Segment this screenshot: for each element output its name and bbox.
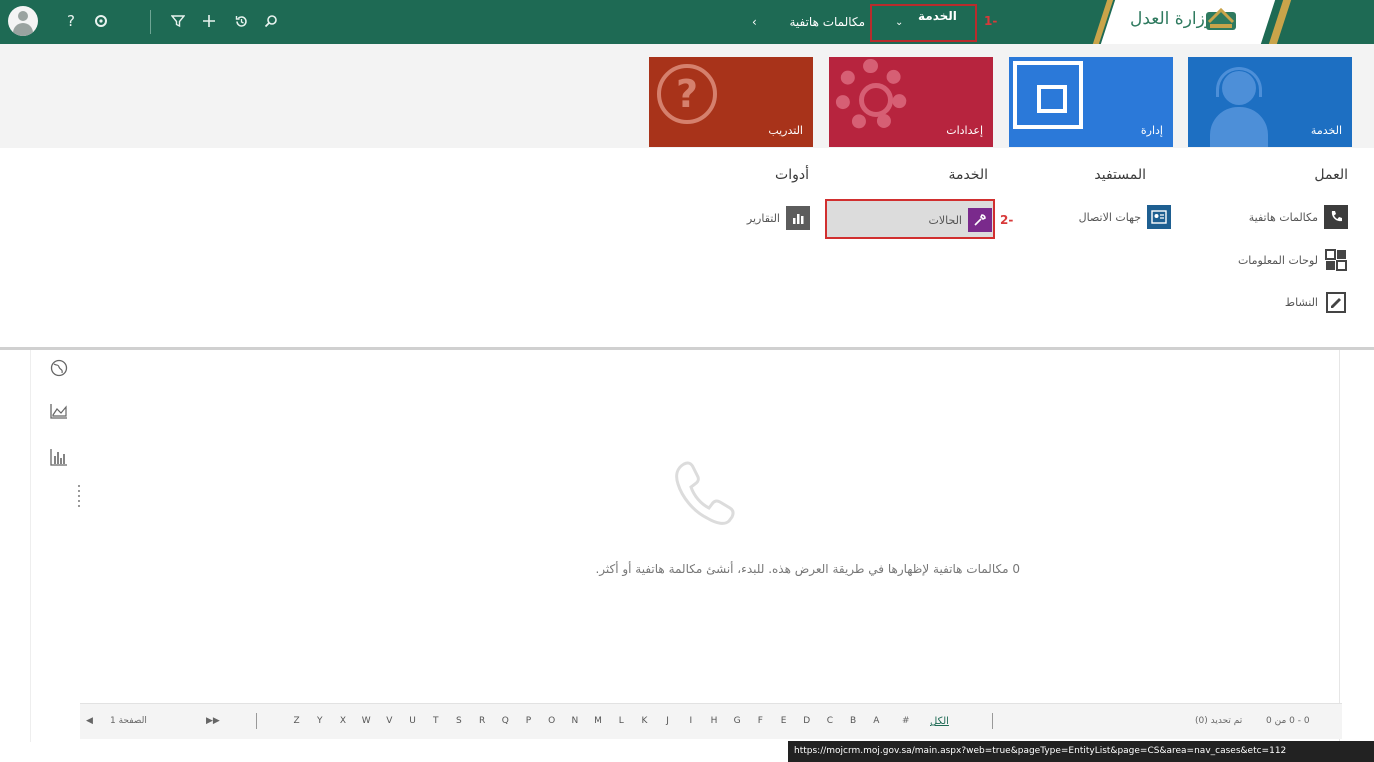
records-grid-panel	[30, 350, 1340, 742]
jump-letter[interactable]: Z	[285, 716, 308, 726]
nav-item-label: جهات الاتصال	[1078, 210, 1141, 224]
record-count: 0 - 0 من 0	[1266, 716, 1310, 726]
jump-letter[interactable]: R	[471, 716, 494, 726]
group-title-service: الخدمة	[948, 167, 988, 183]
nav-item-contacts[interactable]: جهات الاتصال	[1079, 203, 1171, 231]
breadcrumb-back-chevron-icon[interactable]: ‹	[752, 0, 757, 44]
status-bar-url: https://mojcrm.moj.gov.sa/main.aspx?web=…	[788, 741, 1374, 762]
jump-letter[interactable]: X	[331, 716, 354, 726]
jump-letter[interactable]: S	[447, 716, 470, 726]
top-navigation-bar: ? ‹ مكالمات هاتفية ⌄ الخدمة 1- وزارة الع…	[0, 0, 1374, 44]
filter-icon[interactable]	[165, 8, 191, 34]
admin-square-icon	[1013, 61, 1083, 129]
jump-letter[interactable]: N	[563, 716, 586, 726]
help-icon[interactable]: ?	[58, 8, 84, 34]
alphabet-jump-bar: ZYXWVUTSRQPONMLKJIHGFEDCBA	[285, 716, 888, 726]
nav-item-label: مكالمات هاتفية	[1248, 210, 1318, 224]
phone-outline-icon	[675, 461, 735, 525]
tile-administration[interactable]: إدارة	[1009, 57, 1173, 147]
jump-letter[interactable]: U	[401, 716, 424, 726]
group-title-tools: أدوات	[775, 167, 809, 183]
bar-chart-icon[interactable]	[48, 446, 70, 468]
tile-training[interactable]: ? التدريب	[649, 57, 813, 147]
nav-item-label: لوحات المعلومات	[1237, 253, 1318, 267]
nav-item-label: النشاط	[1284, 295, 1318, 309]
globe-icon[interactable]	[48, 357, 70, 379]
jump-letter[interactable]: J	[656, 716, 679, 726]
case-wrench-icon	[968, 208, 992, 232]
settings-icon[interactable]	[88, 8, 114, 34]
nav-item-cases[interactable]: الحالات	[928, 206, 992, 234]
nav-item-activities[interactable]: النشاط	[1285, 288, 1348, 316]
page-indicator: الصفحة 1	[110, 716, 147, 726]
chart-area-icon[interactable]	[48, 400, 70, 422]
jump-letter[interactable]: W	[355, 716, 378, 726]
selected-count: تم تحديد (0)	[1195, 716, 1243, 726]
jump-letter[interactable]: D	[795, 716, 818, 726]
group-title-work: العمل	[1314, 167, 1348, 183]
chevron-down-icon[interactable]: ⌄	[895, 0, 903, 44]
jump-letter[interactable]: T	[424, 716, 447, 726]
jump-letter[interactable]: C	[818, 716, 841, 726]
emblem-icon	[1206, 7, 1236, 30]
tile-label: إعدادات	[946, 124, 983, 137]
jump-letter[interactable]: M	[586, 716, 609, 726]
tile-service[interactable]: الخدمة	[1188, 57, 1352, 147]
report-chart-icon	[786, 206, 810, 230]
jump-letter[interactable]: F	[749, 716, 772, 726]
jump-letter[interactable]: Y	[308, 716, 331, 726]
tile-settings[interactable]: إعدادات	[829, 57, 993, 147]
jump-letter[interactable]: P	[517, 716, 540, 726]
logo-text: وزارة العدل	[1130, 9, 1214, 29]
tile-label: إدارة	[1140, 124, 1163, 137]
more-options-icon[interactable]	[78, 485, 80, 507]
agent-headset-icon	[1208, 63, 1270, 147]
area-selector[interactable]: الخدمة	[918, 0, 957, 38]
tile-label: الخدمة	[1310, 124, 1342, 137]
jump-letter[interactable]: B	[842, 716, 865, 726]
nav-item-dashboards[interactable]: لوحات المعلومات	[1238, 246, 1348, 274]
jump-letter[interactable]: L	[610, 716, 633, 726]
nav-item-label: التقارير	[746, 211, 780, 225]
jump-letter[interactable]: K	[633, 716, 656, 726]
user-avatar-icon[interactable]	[8, 6, 38, 36]
nav-item-reports[interactable]: التقارير	[747, 204, 810, 232]
phone-icon	[1324, 205, 1348, 229]
callout-number-2: 2-	[1000, 213, 1014, 227]
nav-item-label: الحالات	[928, 213, 963, 227]
jump-letter[interactable]: V	[378, 716, 401, 726]
add-icon[interactable]	[196, 8, 222, 34]
gear-icon	[835, 59, 907, 131]
jump-all[interactable]: الكل	[930, 716, 949, 727]
jump-letter[interactable]: E	[772, 716, 795, 726]
grid-footer: ◀ الصفحة 1 ▶▶ ZYXWVUTSRQPONMLKJIHGFEDCBA…	[80, 703, 1342, 739]
history-icon[interactable]	[228, 8, 254, 34]
jump-letter[interactable]: A	[865, 716, 888, 726]
jump-letter[interactable]: I	[679, 716, 702, 726]
jump-letter[interactable]: Q	[494, 716, 517, 726]
question-circle-icon: ?	[657, 64, 717, 124]
jump-letter[interactable]: H	[702, 716, 725, 726]
search-icon[interactable]	[258, 8, 284, 34]
tile-label: التدريب	[768, 124, 803, 137]
contact-card-icon	[1147, 205, 1171, 229]
jump-letter[interactable]: O	[540, 716, 563, 726]
group-title-customer: المستفيد	[1094, 167, 1146, 183]
toolbar-divider	[150, 10, 151, 34]
activity-clipboard-icon	[1324, 290, 1348, 314]
jump-hash[interactable]: #	[902, 716, 910, 726]
ministry-logo: وزارة العدل	[1090, 0, 1374, 44]
prev-page-arrow-icon[interactable]: ◀	[86, 716, 93, 726]
empty-state-message: 0 مكالمات هاتفية لإظهارها في طريقة العرض…	[595, 562, 1020, 576]
callout-number-1: 1-	[984, 14, 998, 28]
breadcrumb-page[interactable]: مكالمات هاتفية	[775, 0, 865, 44]
first-page-arrow-icon[interactable]: ▶▶	[206, 716, 220, 726]
nav-item-phone-calls[interactable]: مكالمات هاتفية	[1249, 203, 1348, 231]
jump-letter[interactable]: G	[726, 716, 749, 726]
dashboard-grid-icon	[1324, 248, 1348, 272]
